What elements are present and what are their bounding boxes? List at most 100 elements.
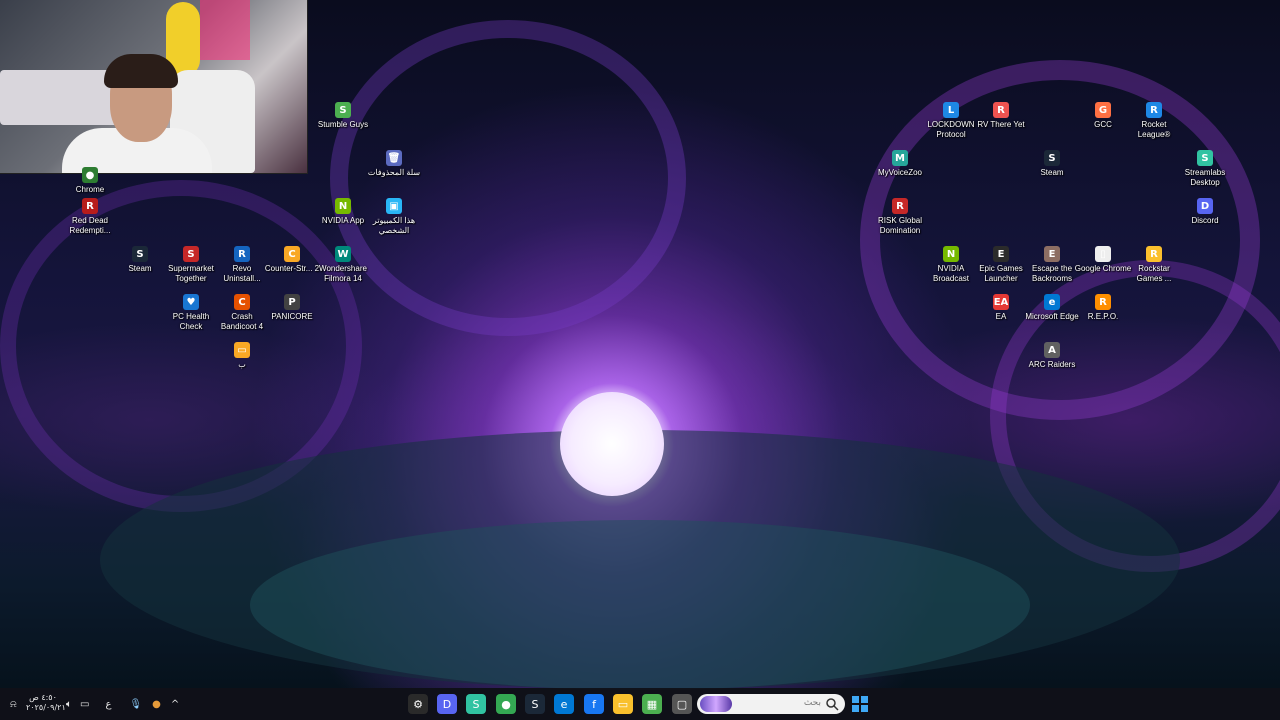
desktop-icon[interactable]: R RISK Global Domination <box>871 198 929 236</box>
desktop-icon-label: Discord <box>1191 216 1219 225</box>
desktop-icon-label: Steam <box>128 264 152 273</box>
desktop-icon-label: Streamlabs Desktop <box>1184 168 1226 187</box>
desktop-icon-label: MyVoiceZoo <box>877 168 923 177</box>
desktop-icon[interactable]: E Epic Games Launcher <box>972 246 1030 284</box>
app-icon: R <box>1146 246 1162 262</box>
desktop-icon[interactable]: R R.E.P.O. <box>1074 294 1132 322</box>
taskbar-steam-icon[interactable]: S <box>525 694 545 714</box>
desktop-icon-label: Rockstar Games ... <box>1136 264 1172 283</box>
desktop-icon[interactable]: S Supermarket Together <box>162 246 220 284</box>
windows-logo-icon <box>861 705 868 712</box>
moon <box>560 392 664 496</box>
app-icon: ● <box>82 167 98 183</box>
search-highlight-art <box>700 696 732 712</box>
app-icon: S <box>1044 150 1060 166</box>
desktop-icon-label: PANICORE <box>271 312 313 321</box>
desktop-icon[interactable]: EA EA <box>972 294 1030 322</box>
search-box[interactable]: بحث <box>697 694 845 714</box>
app-icon: S <box>1197 150 1213 166</box>
desktop-icon[interactable]: ▯ Google Chrome <box>1074 246 1132 274</box>
desktop-icon-label: NVIDIA App <box>321 216 365 225</box>
app-icon: R <box>1146 102 1162 118</box>
desktop-icon[interactable]: ▭ ب <box>213 342 271 370</box>
taskbar-discord-icon[interactable]: D <box>437 694 457 714</box>
app-icon: R <box>993 102 1009 118</box>
app-icon: L <box>943 102 959 118</box>
app-icon: S <box>183 246 199 262</box>
desktop-icon[interactable]: ♥ PC Health Check <box>162 294 220 332</box>
app-icon: 🗑 <box>386 150 402 166</box>
notification-icon[interactable]: ⍾ <box>10 699 17 710</box>
app-icon: e <box>1044 294 1060 310</box>
app-icon: ▭ <box>234 342 250 358</box>
taskbar-settings-icon[interactable]: ⚙ <box>408 694 428 714</box>
desktop-icon[interactable]: M MyVoiceZoo <box>871 150 929 178</box>
app-icon: S <box>335 102 351 118</box>
clock-date: ٢٠٢٥/٠٩/٢١ <box>26 703 66 712</box>
desktop-icon-label: R.E.P.O. <box>1087 312 1119 321</box>
tray-icons: 🔈︎ ▭ ع 🎙︎ ● ^ <box>66 688 179 720</box>
desktop-icon[interactable]: 🗑 سلة المحذوفات <box>365 150 423 178</box>
desktop-icon-label: GCC <box>1094 120 1112 129</box>
desktop-icon[interactable]: P PANICORE <box>263 294 321 322</box>
desktop-icon[interactable]: E Escape the Backrooms <box>1023 246 1081 284</box>
desktop-icon[interactable]: ● Chrome <box>61 167 119 195</box>
bed <box>0 70 120 125</box>
microphone-icon[interactable]: 🎙︎ <box>129 699 142 710</box>
desktop-icon[interactable]: G GCC <box>1074 102 1132 130</box>
search-placeholder: بحث <box>803 698 821 708</box>
desktop-icon[interactable]: C Counter-Str... 2 <box>263 246 321 274</box>
wallpaper-cloud <box>330 20 686 336</box>
desktop-icon[interactable]: W Wondershare Filmora 14 <box>314 246 372 284</box>
desktop-icon-label: Chrome <box>75 185 105 194</box>
desktop-icon-label: ARC Raiders <box>1028 360 1076 369</box>
desktop-icon[interactable]: R Red Dead Redempti... <box>61 198 119 236</box>
neon-light <box>200 0 250 60</box>
taskbar-streamlabs-icon[interactable]: S <box>466 694 486 714</box>
app-icon: A <box>1044 342 1060 358</box>
desktop-icon-label: Stumble Guys <box>317 120 369 129</box>
desktop-icon[interactable]: S Streamlabs Desktop <box>1176 150 1234 188</box>
taskbar-task-view-icon[interactable]: ▢ <box>672 694 692 714</box>
desktop-icon[interactable]: e Microsoft Edge <box>1023 294 1081 322</box>
desktop-icon-label: ب <box>238 360 246 369</box>
desktop-icon-label: هذا الكمبيوتر الشخصي <box>372 216 416 235</box>
desktop-icon[interactable]: R Rocket League® <box>1125 102 1183 140</box>
desktop-icon[interactable]: S Stumble Guys <box>314 102 372 130</box>
language-indicator[interactable]: ع <box>105 699 111 710</box>
tray-app-icon[interactable]: ● <box>152 699 161 710</box>
app-icon: C <box>284 246 300 262</box>
desktop-icon[interactable]: ▣ هذا الكمبيوتر الشخصي <box>365 198 423 236</box>
app-icon: W <box>335 246 351 262</box>
app-icon: E <box>1044 246 1060 262</box>
taskbar-chrome-icon[interactable]: ● <box>496 694 516 714</box>
start-button[interactable] <box>852 696 868 712</box>
app-icon: G <box>1095 102 1111 118</box>
taskbar-minecraft-icon[interactable]: ▦ <box>642 694 662 714</box>
app-icon: E <box>993 246 1009 262</box>
system-tray: ⍾ <box>10 688 27 720</box>
desktop-icon-label: Wondershare Filmora 14 <box>319 264 367 283</box>
app-icon: N <box>943 246 959 262</box>
taskbar-file-explorer-icon[interactable]: ▭ <box>613 694 633 714</box>
network-icon[interactable]: ▭ <box>80 699 89 710</box>
search-icon <box>826 698 839 711</box>
desktop-icon[interactable]: R Rockstar Games ... <box>1125 246 1183 284</box>
app-icon: D <box>1197 198 1213 214</box>
desktop-icon-label: Epic Games Launcher <box>979 264 1023 283</box>
desktop-icon-label: Google Chrome <box>1074 264 1132 273</box>
desktop-icon[interactable]: R RV There Yet <box>972 102 1030 130</box>
volume-icon[interactable]: 🔈︎ <box>66 699 72 710</box>
clock[interactable]: ٤:٥٠ ص ٢٠٢٥/٠٩/٢١ <box>26 693 66 713</box>
desktop-icon[interactable]: A ARC Raiders <box>1023 342 1081 370</box>
taskbar-edge-icon[interactable]: e <box>554 694 574 714</box>
desktop-icon-label: Supermarket Together <box>168 264 214 283</box>
taskbar-facebook-icon[interactable]: f <box>584 694 604 714</box>
desktop-icon[interactable]: S Steam <box>1023 150 1081 178</box>
desktop-icon[interactable]: S Steam <box>111 246 169 274</box>
person-hair <box>104 54 178 88</box>
show-hidden-icons-chevron-icon[interactable]: ^ <box>171 699 179 710</box>
desktop-icon[interactable]: D Discord <box>1176 198 1234 226</box>
desktop-icon[interactable]: N NVIDIA App <box>314 198 372 226</box>
webcam-overlay <box>0 0 308 174</box>
